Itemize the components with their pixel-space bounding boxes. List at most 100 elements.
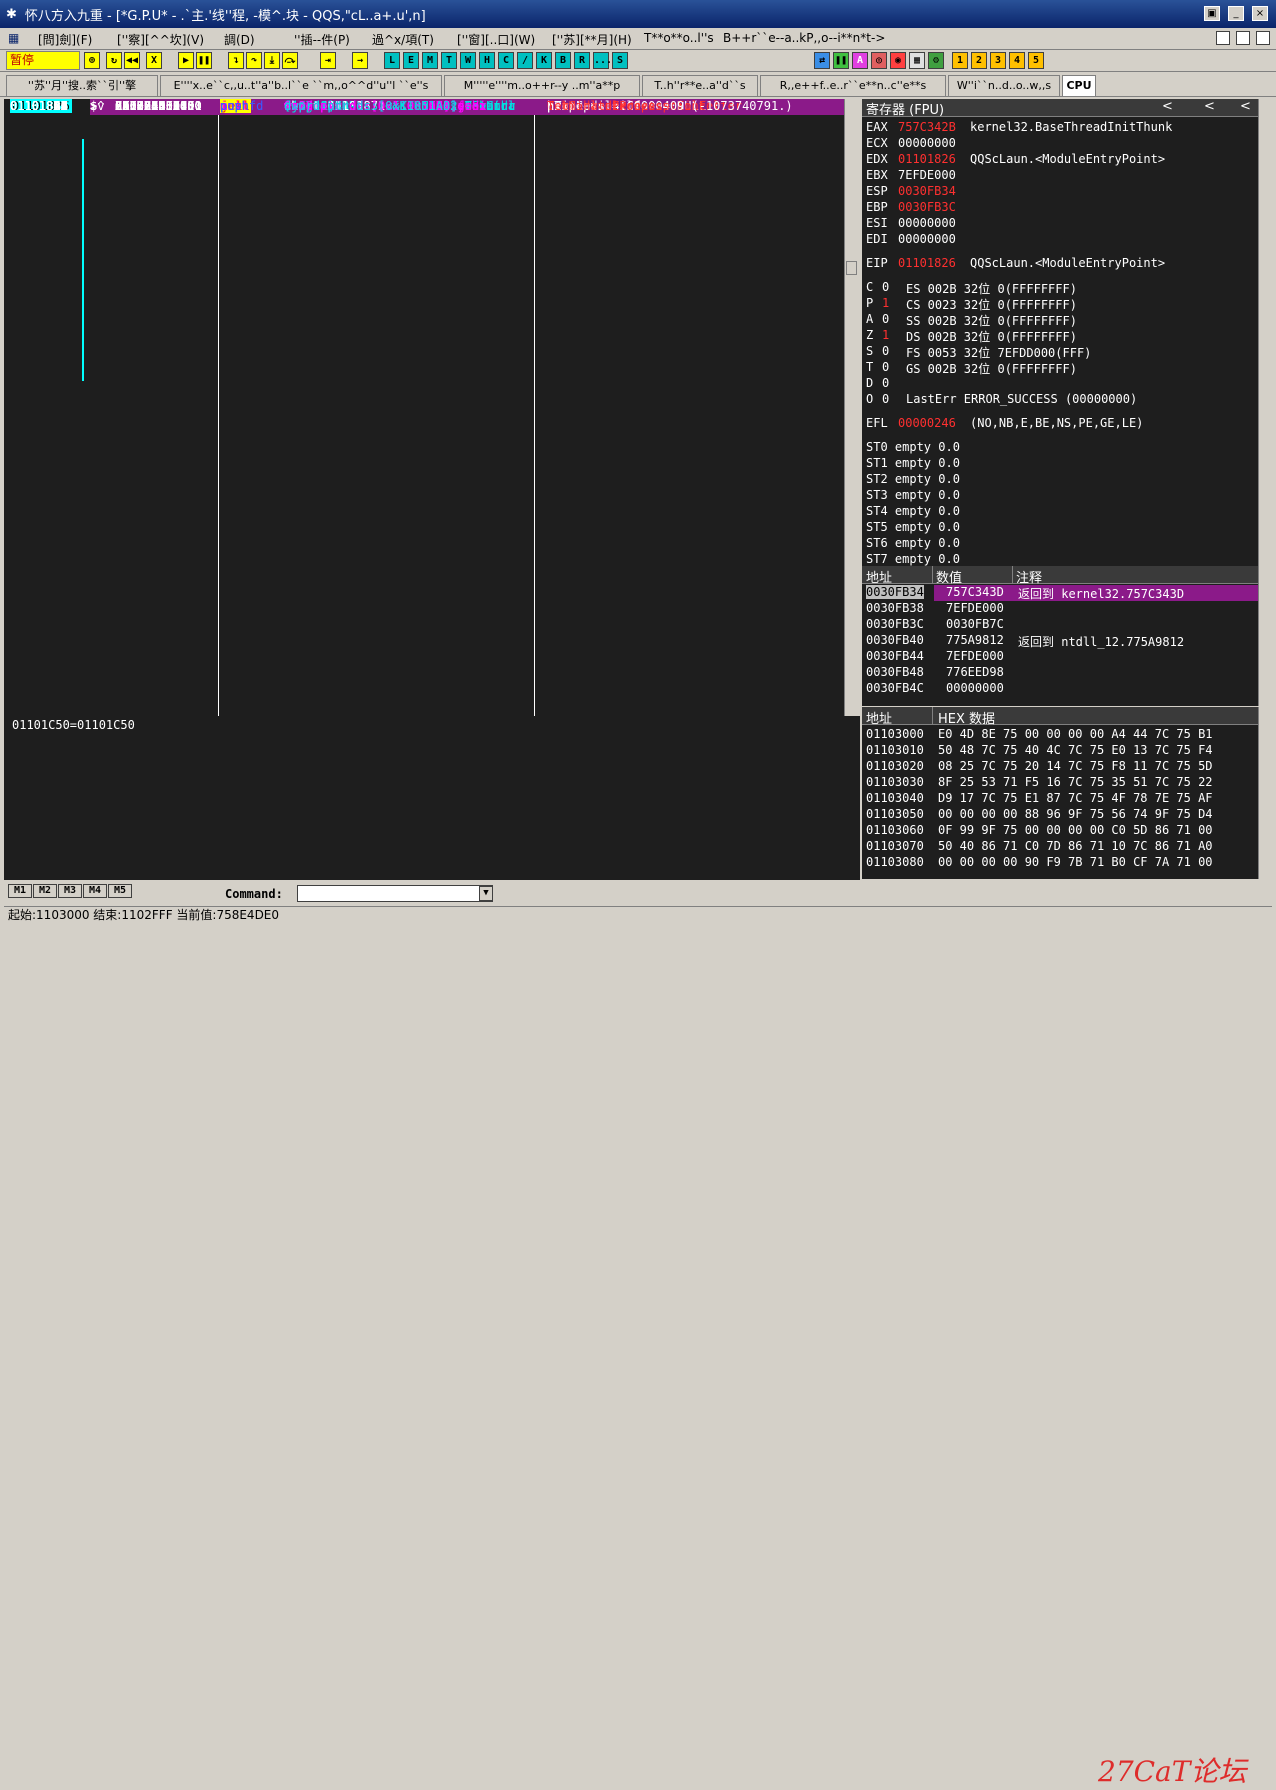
- open-icon[interactable]: ⊕: [84, 52, 100, 69]
- toolbar-btn-m[interactable]: M: [422, 52, 438, 69]
- registers-scrollbar[interactable]: [1258, 99, 1272, 566]
- menu-view[interactable]: [''察][^^坎](V): [117, 31, 204, 48]
- dump-row[interactable]: 01103080 00 00 00 00 90 F9 7B 71 B0 CF 7A…: [862, 855, 1258, 871]
- tab-cpu[interactable]: CPU: [1062, 75, 1096, 96]
- tab-executable-modules[interactable]: E''''x..e``c,,u..t''a''b..l``e ``m,,o^^d…: [160, 75, 442, 96]
- dump-address: 01103030: [866, 775, 924, 789]
- dump-row[interactable]: 01103060 0F 99 9F 75 00 00 00 00 C0 5D 86…: [862, 823, 1258, 839]
- tab-search[interactable]: ''苏''月''搜..索``引''擎: [6, 75, 158, 96]
- stack-row[interactable]: 0030FB34 757C343D 返回到 kernel32.757C343D: [862, 585, 1258, 601]
- dump-pane[interactable]: 地址 HEX 数据 01103000 E0 4D 8E 75 00 00 00 00 …: [862, 707, 1258, 879]
- step-into-icon[interactable]: ↴: [228, 52, 244, 69]
- stack-row[interactable]: 0030FB38 7EFDE000: [862, 601, 1258, 617]
- chevron-left-icon[interactable]: <: [1204, 99, 1215, 114]
- stack-pane[interactable]: 地址 数值 注释 0030FB34 757C343D 返回到 kernel32.757C3…: [862, 566, 1258, 706]
- stack-row[interactable]: 0030FB4C 00000000: [862, 681, 1258, 697]
- menu-tools[interactable]: T**o**o..l''s: [644, 31, 714, 45]
- toolbar-btn-r[interactable]: R: [574, 52, 590, 69]
- mdi-minimize-icon[interactable]: [1236, 31, 1250, 45]
- chevron-left-icon[interactable]: <: [1162, 99, 1173, 114]
- stack-row[interactable]: 0030FB40 775A9812 返回到 ntdll_12.775A9812: [862, 633, 1258, 649]
- menu-plugins[interactable]: ''插--件(P): [294, 31, 350, 48]
- toolbar-btn-h[interactable]: H: [479, 52, 495, 69]
- trace-over-icon[interactable]: ⤼: [282, 52, 298, 69]
- toolbar-btn-k[interactable]: K: [536, 52, 552, 69]
- memory-tab-4[interactable]: M4: [83, 884, 107, 898]
- menu-file[interactable]: [問]劍](F): [38, 31, 92, 48]
- toolbar-btn-slash[interactable]: /: [517, 52, 533, 69]
- flag-value: 0: [882, 392, 890, 406]
- tab-windows[interactable]: W''i``n..d..o..w,,s: [948, 75, 1060, 96]
- toolbar-btn-c[interactable]: C: [498, 52, 514, 69]
- dump-scrollbar[interactable]: [1258, 707, 1272, 879]
- toolbar-btn-e[interactable]: E: [403, 52, 419, 69]
- dump-row[interactable]: 01103000 E0 4D 8E 75 00 00 00 00 A4 44 7C…: [862, 727, 1258, 743]
- dump-row[interactable]: 01103020 08 25 7C 75 20 14 7C 75 F8 11 7C…: [862, 759, 1258, 775]
- scroll-thumb[interactable]: [846, 261, 857, 275]
- registers-pane[interactable]: 寄存器 (FPU) < < < EAX 757C342B kernel32.Base…: [862, 99, 1258, 566]
- pause-green-icon[interactable]: ❚❚: [833, 52, 849, 69]
- mdi-close-icon[interactable]: [1256, 31, 1270, 45]
- stack-row[interactable]: 0030FB44 7EFDE000: [862, 649, 1258, 665]
- command-input[interactable]: [297, 885, 493, 902]
- dump-row[interactable]: 01103030 8F 25 53 71 F5 16 7C 75 35 51 7C…: [862, 775, 1258, 791]
- settings-icon[interactable]: ⚙: [928, 52, 944, 69]
- close-icon[interactable]: ×: [1252, 6, 1268, 21]
- toolbar-btn-s[interactable]: S: [612, 52, 628, 69]
- target-icon[interactable]: ◎: [871, 52, 887, 69]
- font-icon[interactable]: A: [852, 52, 868, 69]
- menu-window[interactable]: [''窗][..口](W): [457, 31, 535, 48]
- memory-tab-5[interactable]: M5: [108, 884, 132, 898]
- pause-icon[interactable]: ❚❚: [196, 52, 212, 69]
- run-icon[interactable]: ▶: [178, 52, 194, 69]
- toolbar-num-3[interactable]: 3: [990, 52, 1006, 69]
- toolbar-btn-w[interactable]: W: [460, 52, 476, 69]
- menu-breakpoint[interactable]: B++r``e--a..kP,,o--i**n*t->: [723, 31, 885, 45]
- restore-icon[interactable]: ▣: [1204, 6, 1220, 21]
- memory-tab-3[interactable]: M3: [58, 884, 82, 898]
- stack-row[interactable]: 0030FB3C 0030FB7C: [862, 617, 1258, 633]
- toolbar-btn-b[interactable]: B: [555, 52, 571, 69]
- toolbar-btn-dots[interactable]: ...: [593, 52, 612, 69]
- disassembly-scrollbar[interactable]: [844, 99, 858, 716]
- bookmark-icon[interactable]: ◉: [890, 52, 906, 69]
- close-process-icon[interactable]: X: [146, 52, 162, 69]
- register-comment: QQScLaun.<ModuleEntryPoint>: [970, 256, 1166, 270]
- grid-icon[interactable]: ▦: [909, 52, 925, 69]
- menu-debug[interactable]: 調(D): [224, 31, 255, 48]
- tab-memory-map[interactable]: M'''''e''''m..o++r--y ..m''a**p: [444, 75, 640, 96]
- toolbar-btn-t[interactable]: T: [441, 52, 457, 69]
- restart-icon[interactable]: ↻: [106, 52, 122, 69]
- dump-row[interactable]: 01103070 50 40 86 71 C0 7D 86 71 10 7C 86…: [862, 839, 1258, 855]
- minimize-icon[interactable]: _: [1228, 6, 1244, 21]
- mdi-restore-icon[interactable]: [1216, 31, 1230, 45]
- menu-help[interactable]: [''苏][**月](H): [552, 31, 632, 48]
- stack-header: 地址 数值 注释: [862, 566, 1258, 586]
- execute-till-return-icon[interactable]: ⇥: [320, 52, 336, 69]
- menu-options[interactable]: 過^x/項(T): [372, 31, 434, 48]
- stack-row[interactable]: 0030FB48 776EED98: [862, 665, 1258, 681]
- tab-references[interactable]: R,,e++f..e..r``e**n..c''e**s: [760, 75, 946, 96]
- segment-info: GS 002B 32位 0(FFFFFFFF): [906, 362, 1077, 376]
- chevron-left-icon[interactable]: <: [1240, 99, 1251, 114]
- trace-into-icon[interactable]: ⤓: [264, 52, 280, 69]
- toolbar-num-1[interactable]: 1: [952, 52, 968, 69]
- toolbar-num-4[interactable]: 4: [1009, 52, 1025, 69]
- disassembly-pane[interactable]: 01101826$E8 25040000call01101C500110182B…: [4, 99, 844, 716]
- toolbar-num-2[interactable]: 2: [971, 52, 987, 69]
- step-over-icon[interactable]: ↷: [246, 52, 262, 69]
- stack-scrollbar[interactable]: [1258, 566, 1272, 706]
- toolbar-num-5[interactable]: 5: [1028, 52, 1044, 69]
- memory-tab-2[interactable]: M2: [33, 884, 57, 898]
- rewind-icon[interactable]: ◀◀: [124, 52, 140, 69]
- memory-tab-1[interactable]: M1: [8, 884, 32, 898]
- dump-row[interactable]: 01103010 50 48 7C 75 40 4C 7C 75 E0 13 7C…: [862, 743, 1258, 759]
- goto-icon[interactable]: →: [352, 52, 368, 69]
- chevron-down-icon[interactable]: ▼: [479, 886, 493, 901]
- tab-threads[interactable]: T..h''r**e..a''d``s: [642, 75, 758, 96]
- refresh-icon[interactable]: ⇄: [814, 52, 830, 69]
- flag-name: D: [866, 376, 874, 390]
- dump-row[interactable]: 01103050 00 00 00 00 88 96 9F 75 56 74 9F…: [862, 807, 1258, 823]
- toolbar-btn-l[interactable]: L: [384, 52, 400, 69]
- dump-row[interactable]: 01103040 D9 17 7C 75 E1 87 7C 75 4F 78 7E…: [862, 791, 1258, 807]
